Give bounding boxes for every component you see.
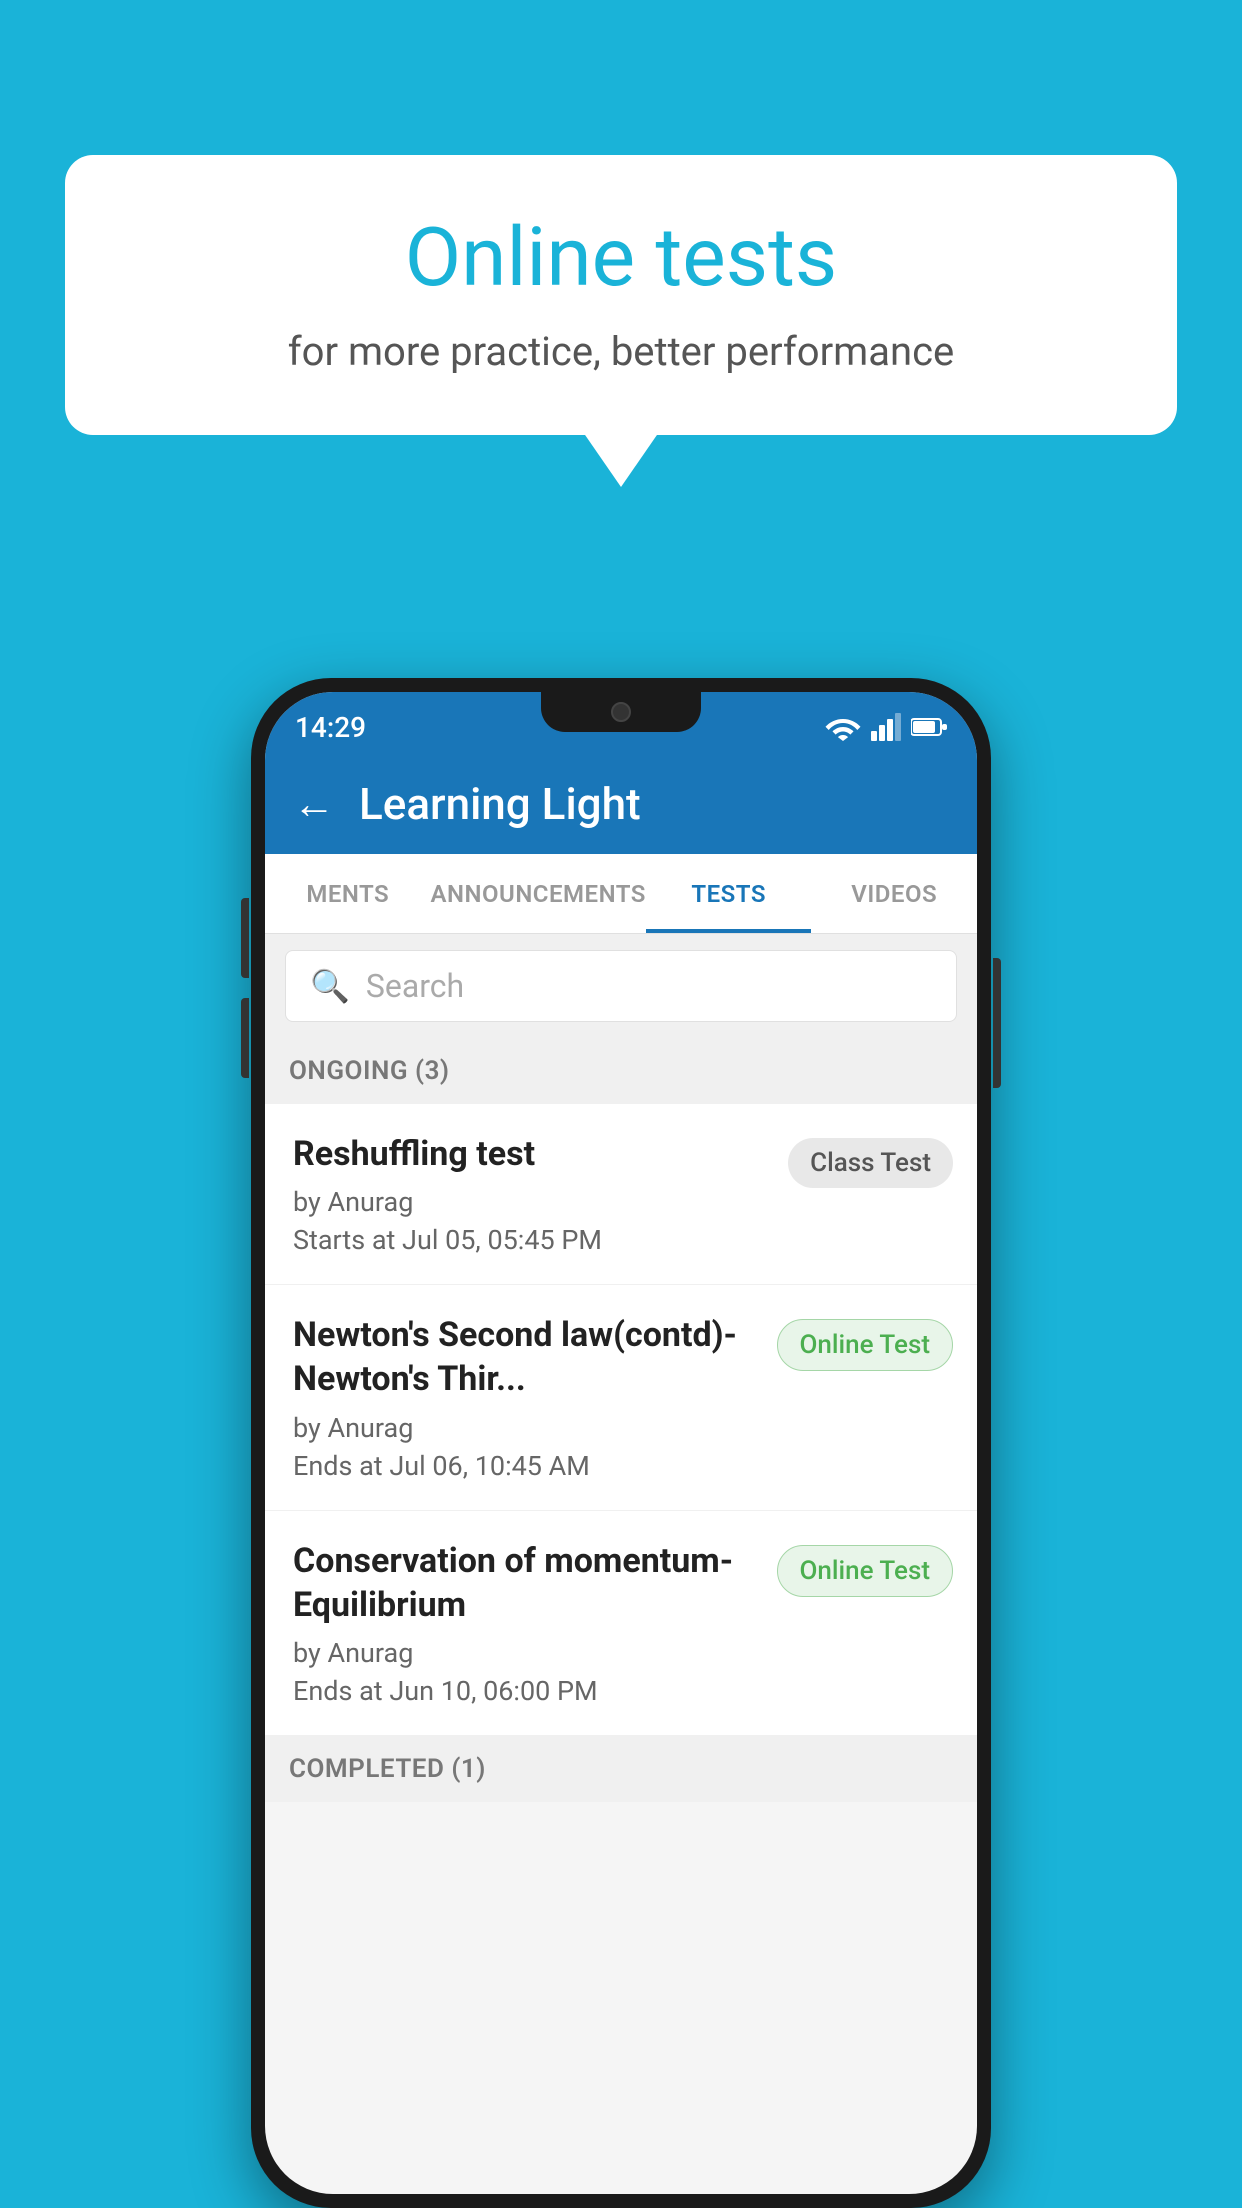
test-author: by Anurag — [293, 1186, 768, 1218]
promo-bubble: Online tests for more practice, better p… — [65, 155, 1177, 435]
phone-notch — [541, 692, 701, 732]
phone-screen: 14:29 — [265, 692, 977, 2194]
test-date: Ends at Jul 06, 10:45 AM — [293, 1450, 757, 1482]
test-badge: Class Test — [788, 1138, 953, 1188]
completed-section-header: COMPLETED (1) — [265, 1736, 977, 1802]
signal-icon — [871, 713, 901, 741]
search-icon: 🔍 — [310, 967, 350, 1005]
ongoing-section-header: ONGOING (3) — [265, 1038, 977, 1104]
front-camera — [611, 702, 631, 722]
app-bar: ← Learning Light — [265, 754, 977, 854]
test-info: Conservation of momentum-Equilibrium by … — [293, 1539, 777, 1707]
back-button[interactable]: ← — [293, 780, 335, 829]
test-list: Reshuffling test by Anurag Starts at Jul… — [265, 1104, 977, 1736]
test-badge: Online Test — [777, 1545, 954, 1597]
battery-icon — [911, 717, 947, 737]
test-info: Reshuffling test by Anurag Starts at Jul… — [293, 1132, 788, 1256]
bubble-title: Online tests — [125, 210, 1117, 306]
tab-videos[interactable]: VIDEOS — [811, 854, 977, 933]
bubble-subtitle: for more practice, better performance — [125, 328, 1117, 375]
power-button — [993, 958, 1001, 1088]
tab-bar: MENTS ANNOUNCEMENTS TESTS VIDEOS — [265, 854, 977, 934]
test-item[interactable]: Reshuffling test by Anurag Starts at Jul… — [265, 1104, 977, 1285]
wifi-icon — [825, 713, 861, 741]
status-icons — [825, 713, 947, 741]
status-time: 14:29 — [295, 711, 366, 744]
tab-ments[interactable]: MENTS — [265, 854, 431, 933]
search-placeholder: Search — [366, 967, 464, 1005]
test-author: by Anurag — [293, 1637, 757, 1669]
test-item[interactable]: Newton's Second law(contd)-Newton's Thir… — [265, 1285, 977, 1510]
test-item[interactable]: Conservation of momentum-Equilibrium by … — [265, 1511, 977, 1736]
volume-up-button — [241, 898, 249, 978]
test-badge: Online Test — [777, 1319, 954, 1371]
search-bar[interactable]: 🔍 Search — [285, 950, 957, 1022]
test-title: Newton's Second law(contd)-Newton's Thir… — [293, 1313, 757, 1401]
tab-tests[interactable]: TESTS — [646, 854, 812, 933]
test-info: Newton's Second law(contd)-Newton's Thir… — [293, 1313, 777, 1481]
test-author: by Anurag — [293, 1412, 757, 1444]
test-date: Starts at Jul 05, 05:45 PM — [293, 1224, 768, 1256]
phone-outer: 14:29 — [251, 678, 991, 2208]
phone-mockup: 14:29 — [251, 678, 991, 2208]
test-title: Reshuffling test — [293, 1132, 768, 1176]
test-title: Conservation of momentum-Equilibrium — [293, 1539, 757, 1627]
search-container: 🔍 Search — [265, 934, 977, 1038]
volume-down-button — [241, 998, 249, 1078]
tab-announcements[interactable]: ANNOUNCEMENTS — [431, 854, 646, 933]
test-date: Ends at Jun 10, 06:00 PM — [293, 1675, 757, 1707]
app-bar-title: Learning Light — [359, 778, 641, 830]
